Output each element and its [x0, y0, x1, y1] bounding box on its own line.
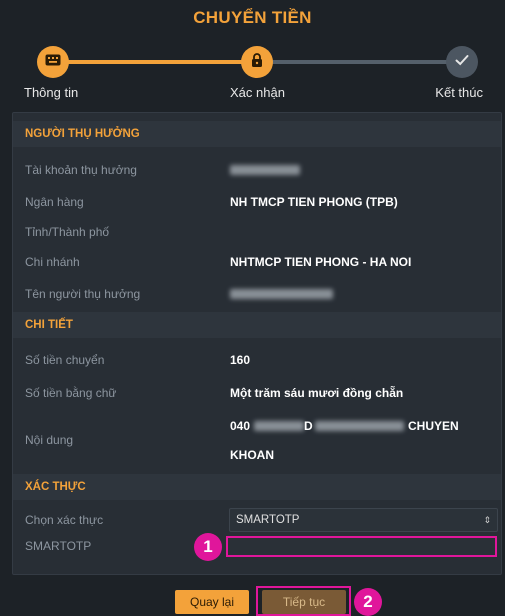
step-3-indicator: [446, 46, 478, 78]
transfer-confirmation-card: NGƯỜI THỤ HƯỞNG Tài khoản thụ hưởng Ngân…: [12, 112, 502, 575]
auth-method-select[interactable]: SMARTOTP ⇕: [229, 508, 498, 532]
keyboard-icon: [45, 53, 61, 71]
select-arrow-icon: ⇕: [483, 515, 491, 525]
annotation-badge-1: 1: [194, 533, 222, 561]
bank-value: NH TMCP TIEN PHONG (TPB): [230, 195, 398, 209]
auth-method-label: Chọn xác thực: [25, 513, 104, 527]
amount-label: Số tiền chuyển: [25, 353, 105, 367]
check-icon: [455, 53, 469, 71]
content-suffix: CHUYEN: [408, 419, 459, 433]
step-2-indicator: [241, 46, 273, 78]
stepper-remaining-line: [257, 60, 462, 64]
branch-label: Chi nhánh: [25, 255, 80, 269]
step-label-info: Thông tin: [24, 85, 79, 100]
step-1-indicator: [37, 46, 69, 78]
lock-icon: [251, 52, 263, 72]
branch-value: NHTMCP TIEN PHONG - HA NOI: [230, 255, 412, 269]
content-prefix: 040: [230, 419, 251, 433]
account-number-redacted: [230, 165, 300, 175]
stepper-progress-line: [52, 60, 257, 64]
content-mid: D: [304, 419, 313, 433]
section-heading-details: CHI TIẾT: [13, 312, 501, 338]
smartotp-input[interactable]: [226, 536, 497, 557]
step-label-confirm: Xác nhận: [230, 85, 285, 100]
content-redacted-1: [254, 421, 304, 431]
step-label-finish: Kết thúc: [435, 85, 483, 100]
amount-words-label: Số tiền bằng chữ: [25, 386, 117, 400]
annotation-badge-2: 2: [354, 588, 382, 616]
province-label: Tỉnh/Thành phố: [25, 225, 110, 239]
page-title: CHUYỂN TIỀN: [193, 8, 312, 27]
beneficiary-name-redacted: [230, 289, 333, 299]
amount-value: 160: [230, 353, 251, 367]
auth-method-value: SMARTOTP: [236, 514, 300, 526]
bank-label: Ngân hàng: [25, 195, 84, 209]
content-label: Nội dung: [25, 433, 74, 447]
back-button[interactable]: Quay lại: [175, 590, 249, 614]
otp-label: SMARTOTP: [25, 539, 92, 553]
beneficiary-name-label: Tên người thụ hưởng: [25, 287, 141, 301]
content-line2: KHOAN: [230, 448, 274, 462]
content-redacted-2: [315, 421, 404, 431]
continue-button[interactable]: Tiếp tục: [262, 590, 346, 614]
section-heading-auth: XÁC THỰC: [13, 474, 501, 500]
account-label: Tài khoản thụ hưởng: [25, 163, 137, 177]
amount-words-value: Một trăm sáu mươi đồng chẵn: [230, 386, 404, 400]
section-heading-beneficiary: NGƯỜI THỤ HƯỞNG: [13, 121, 501, 147]
